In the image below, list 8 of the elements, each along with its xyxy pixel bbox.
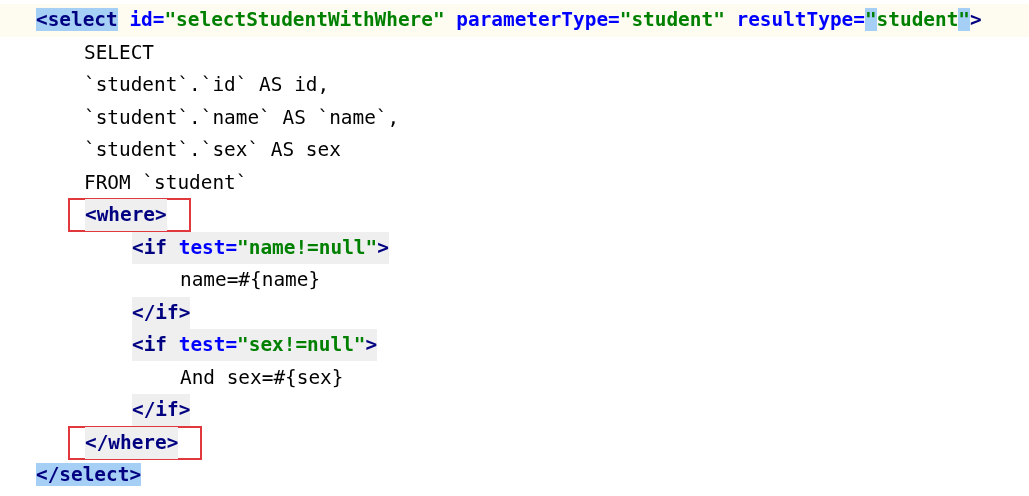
code-line: `student`.`id` AS id, [84, 72, 330, 99]
code-line: name=#{name} [180, 267, 321, 294]
code-line: <select id="selectStudentWithWhere" parameterType="student" resultType="student"> [36, 7, 982, 34]
code-line: SELECT [84, 39, 155, 66]
code-line: `student`.`sex` AS sex [84, 137, 341, 164]
code-line: `student`.`name` AS `name`, [84, 104, 400, 131]
code-line: FROM `student` [84, 169, 248, 196]
code-line: And sex=#{sex} [180, 364, 344, 391]
